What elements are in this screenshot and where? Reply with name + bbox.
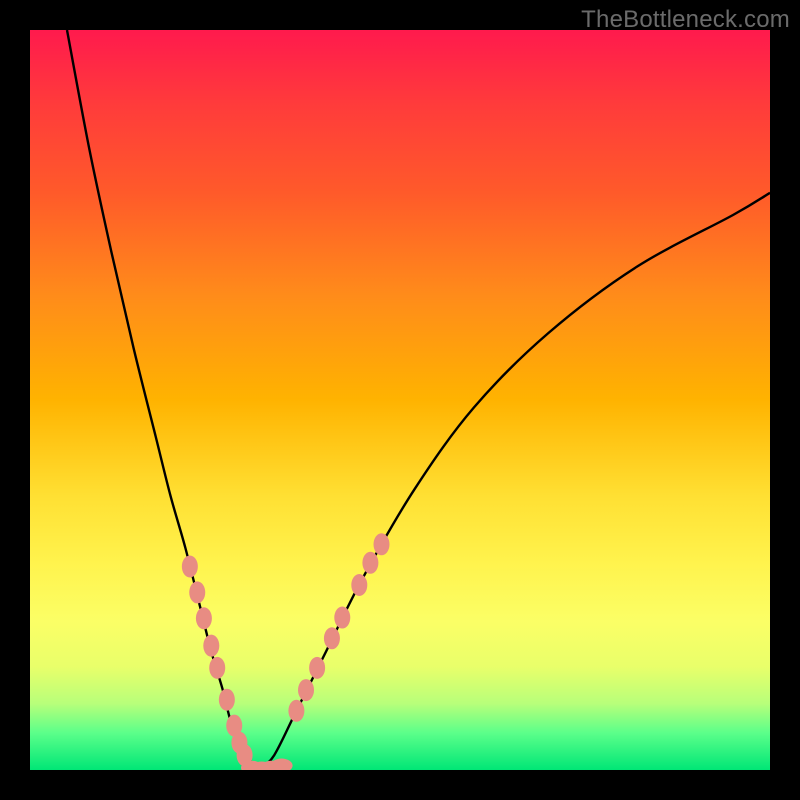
marker-dot bbox=[351, 574, 367, 596]
marker-group bbox=[182, 533, 390, 770]
marker-dot bbox=[309, 657, 325, 679]
marker-dot bbox=[251, 762, 273, 770]
marker-dot bbox=[260, 761, 282, 770]
marker-dot bbox=[324, 627, 340, 649]
curve-group bbox=[67, 30, 770, 770]
marker-dot bbox=[271, 759, 293, 770]
curve-svg bbox=[30, 30, 770, 770]
marker-dot bbox=[334, 607, 350, 629]
curve-right-arm bbox=[259, 193, 770, 770]
marker-dot bbox=[209, 657, 225, 679]
plot-area bbox=[30, 30, 770, 770]
marker-dot bbox=[189, 581, 205, 603]
marker-dot bbox=[241, 761, 263, 770]
marker-dot bbox=[362, 552, 378, 574]
marker-dot bbox=[374, 533, 390, 555]
marker-dot bbox=[231, 732, 247, 754]
marker-dot bbox=[182, 556, 198, 578]
marker-dot bbox=[196, 607, 212, 629]
marker-dot bbox=[219, 689, 235, 711]
marker-dot bbox=[237, 744, 253, 766]
chart-stage: TheBottleneck.com bbox=[0, 0, 800, 800]
marker-dot bbox=[298, 679, 314, 701]
marker-dot bbox=[226, 715, 242, 737]
marker-dot bbox=[288, 700, 304, 722]
marker-dot bbox=[203, 635, 219, 657]
curve-left-arm bbox=[67, 30, 259, 770]
